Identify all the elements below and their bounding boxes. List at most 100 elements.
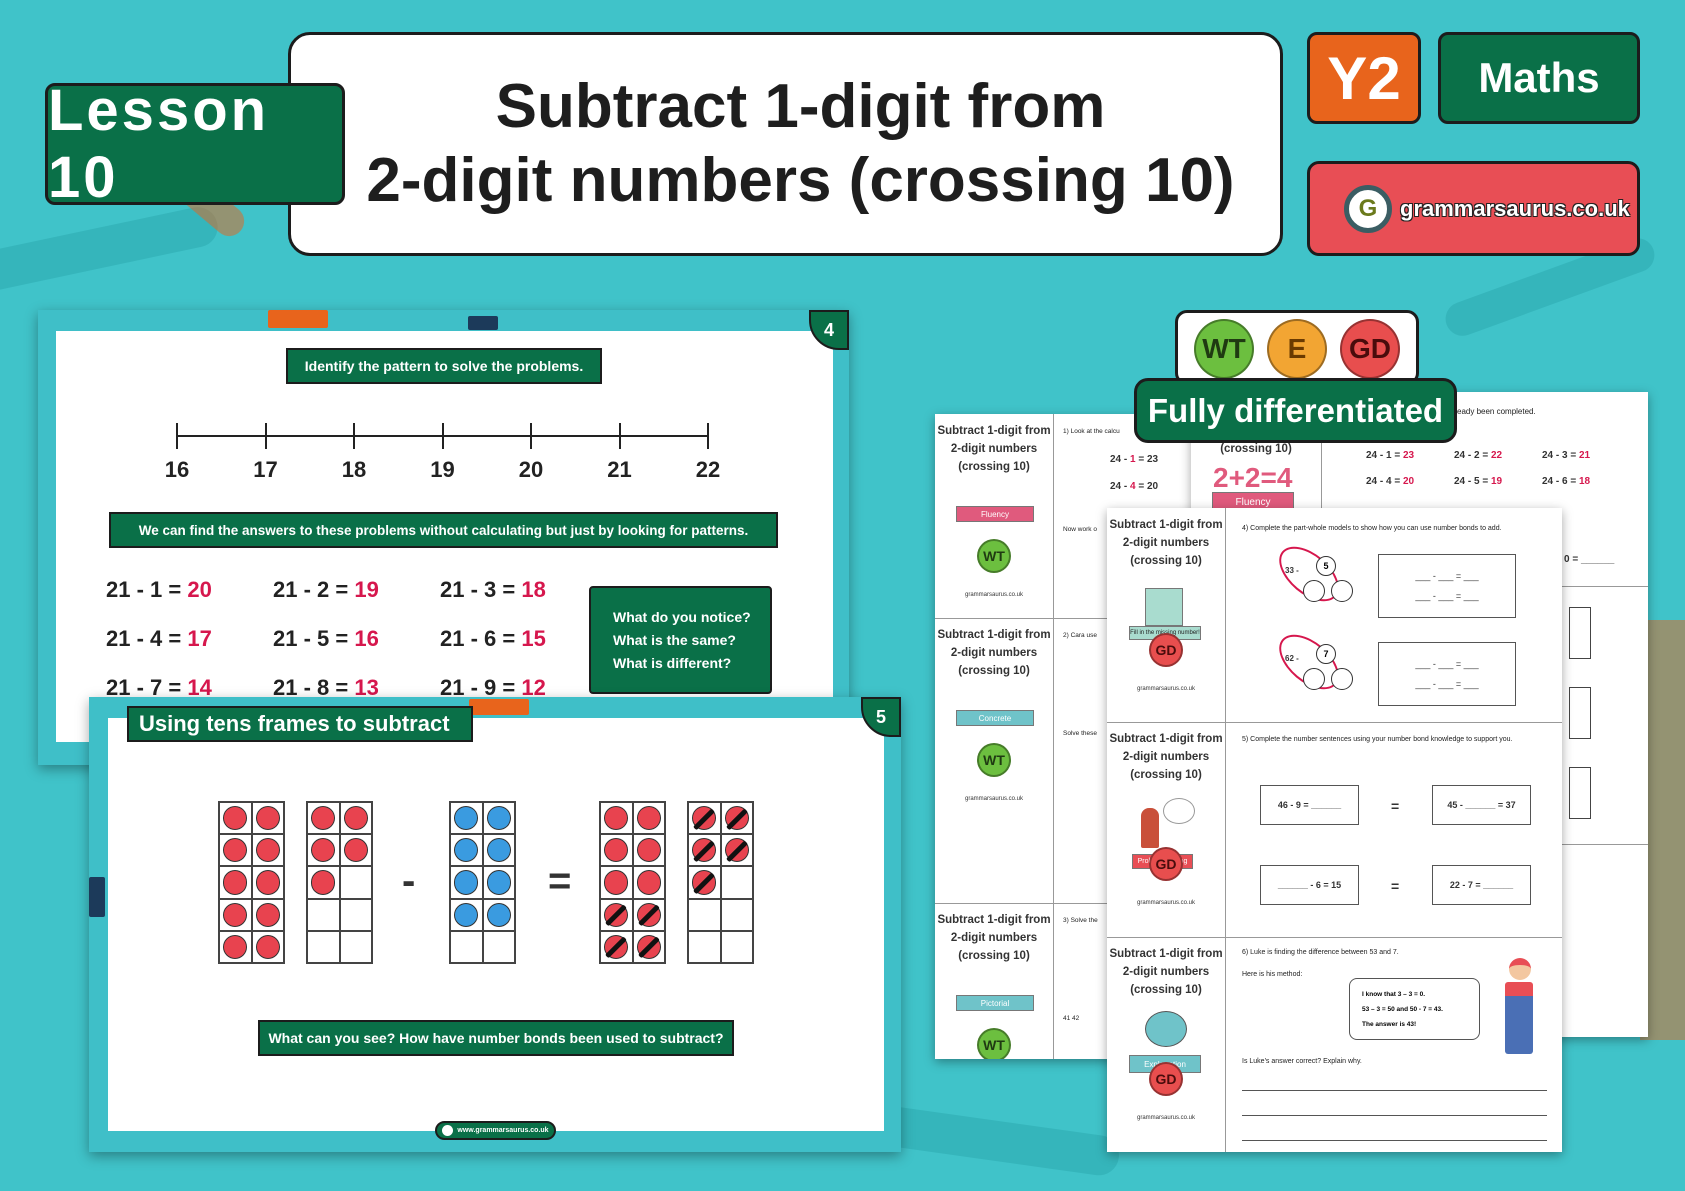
card-title-line: 2-digit numbers xyxy=(950,443,1038,455)
answer-box[interactable]: 46 - 9 = ______ xyxy=(1260,785,1359,825)
slide-decoration xyxy=(89,877,105,917)
card-title-line: Subtract 1-digit from xyxy=(1109,948,1223,960)
whole-value: 62 - xyxy=(1285,654,1299,663)
slide-decoration xyxy=(469,699,529,715)
question-text: 41 42 xyxy=(1063,1015,1080,1022)
question-text: Solve these xyxy=(1063,730,1097,737)
level-badge-gd: GD xyxy=(1149,633,1183,667)
part-circle[interactable] xyxy=(1331,668,1353,690)
grammarsaurus-logo-icon xyxy=(442,1125,454,1136)
tens-frame-cell xyxy=(482,898,515,931)
footer-url-pill[interactable]: www.grammarsaurus.co.uk xyxy=(435,1121,556,1140)
tens-frame-cell xyxy=(688,866,721,899)
counter-red xyxy=(311,838,336,863)
sentence-box[interactable]: ___ - ___ = ___ ___ - ___ = ___ xyxy=(1378,642,1516,706)
equation-answer: 17 xyxy=(187,626,212,651)
slide-5: Using tens frames to subtract - = What c… xyxy=(89,697,901,1152)
part-circle[interactable] xyxy=(1331,580,1353,602)
lesson-number-badge: Lesson 10 xyxy=(45,78,345,210)
equation: 21 - 5 = 16 xyxy=(273,626,379,652)
answer-line[interactable] xyxy=(1242,1115,1547,1116)
tens-frame-cell xyxy=(482,930,515,963)
part-circle: 7 xyxy=(1316,644,1336,664)
slide-4-instruction: Identify the pattern to solve the proble… xyxy=(286,348,602,384)
equation-answer: 20 xyxy=(187,577,212,602)
answer-line[interactable] xyxy=(1242,1140,1547,1141)
tens-frame-cell xyxy=(600,866,633,899)
number-line-tick xyxy=(707,423,709,449)
lesson-title-card: Subtract 1-digit from 2-digit numbers (c… xyxy=(288,32,1283,256)
tens-frame-cell xyxy=(339,930,372,963)
equation-question: 21 - 1 = xyxy=(106,577,188,602)
card-title-line: Subtract 1-digit from xyxy=(1109,733,1223,745)
equation: 21 - 3 = 18 xyxy=(440,577,546,603)
tens-frame-cell xyxy=(219,802,252,835)
card-title-line: Subtract 1-digit from xyxy=(937,914,1051,926)
answer-box[interactable]: 45 - ______ = 37 xyxy=(1432,785,1531,825)
tens-frame-cell xyxy=(720,834,753,867)
year-badge: Y2 xyxy=(1307,32,1421,124)
tens-frame-cell xyxy=(251,834,284,867)
worksheet-front: 4) Complete the part-whole models to sho… xyxy=(1107,508,1562,1152)
equation-answer: 23 xyxy=(1402,450,1415,461)
tens-frame-cell xyxy=(307,898,340,931)
answer-box[interactable]: ______ - 6 = 15 xyxy=(1260,865,1359,905)
equation-answer: 18 xyxy=(521,577,546,602)
fully-differentiated-label: Fully differentiated xyxy=(1134,378,1457,443)
counter-blue xyxy=(486,902,511,927)
part-circle[interactable] xyxy=(1303,580,1325,602)
tens-frame-cell xyxy=(600,898,633,931)
answer-box[interactable]: 22 - 7 = ______ xyxy=(1432,865,1531,905)
number-line-tick xyxy=(353,423,355,449)
minus-sign: - xyxy=(402,859,416,903)
fluency-equation-icon: 2+2=4 xyxy=(1213,462,1293,493)
part-circle[interactable] xyxy=(1303,668,1325,690)
number-line-tick xyxy=(441,423,444,449)
tens-frame-cell xyxy=(632,802,665,835)
bubble-line: The answer is 43! xyxy=(1362,1021,1417,1028)
level-badge-wt: WT xyxy=(977,743,1011,777)
answer-fragment: 0 = ______ xyxy=(1564,554,1615,565)
question-text: 1) Look at the calcu xyxy=(1063,428,1120,435)
counter-red xyxy=(636,806,661,831)
answer-line[interactable] xyxy=(1242,1090,1547,1091)
tens-frame-cell xyxy=(219,866,252,899)
puzzle-icon xyxy=(1145,588,1183,626)
counter-red xyxy=(636,838,661,863)
level-badge-gd: GD xyxy=(1149,1062,1183,1096)
tens-frame-cell xyxy=(720,866,753,899)
counter-red xyxy=(255,934,280,959)
level-badge-wt: WT xyxy=(977,539,1011,573)
counter-blue xyxy=(486,806,511,831)
tens-frame xyxy=(1569,607,1591,659)
equation-question: 24 - 4 = xyxy=(1366,476,1403,487)
number-line-tick xyxy=(264,423,267,449)
equation-answer: 22 xyxy=(1490,450,1503,461)
counter-blue xyxy=(454,902,479,927)
tens-frame-cell xyxy=(688,898,721,931)
tens-frame-cell xyxy=(307,866,340,899)
slide-4-hint: We can find the answers to these problem… xyxy=(109,512,778,548)
thinking-boy-icon xyxy=(1141,808,1159,848)
tens-frame xyxy=(218,801,285,964)
brand-banner[interactable]: G grammarsaurus.co.uk xyxy=(1307,161,1640,256)
tens-frame-cell xyxy=(482,834,515,867)
counter-red xyxy=(311,806,336,831)
tens-frame-cell xyxy=(632,866,665,899)
tens-frame-cell xyxy=(600,930,633,963)
card-title-line: 2-digit numbers xyxy=(950,932,1038,944)
tens-frame-cell xyxy=(339,866,372,899)
slide-decoration xyxy=(268,310,328,328)
counter-blue xyxy=(454,870,479,895)
number-line-label: 20 xyxy=(518,457,544,482)
equation-answer: 20 xyxy=(1402,476,1415,487)
tens-frame-cell xyxy=(251,930,284,963)
tens-frame-cell xyxy=(688,834,721,867)
question-text: Now work o xyxy=(1063,526,1097,533)
tens-frame-cell xyxy=(251,898,284,931)
tens-frame-cell xyxy=(632,834,665,867)
thought-bubble-icon xyxy=(1163,798,1195,824)
sentence-box[interactable]: ___ - ___ = ___ ___ - ___ = ___ xyxy=(1378,554,1516,618)
tens-frame-cell xyxy=(450,898,483,931)
counter-red xyxy=(604,870,629,895)
